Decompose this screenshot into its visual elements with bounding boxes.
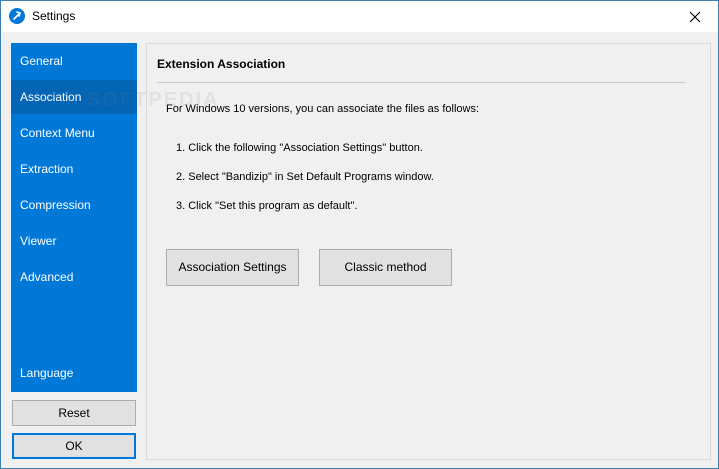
step-3-text: 3. Click "Set this program as default". [176, 200, 358, 212]
classic-method-button[interactable]: Classic method [319, 249, 452, 286]
association-panel: Extension Association For Windows 10 ver… [146, 43, 711, 460]
title-bar[interactable]: Settings [1, 1, 718, 32]
softpedia-watermark: SOFTPEDIA [87, 89, 220, 111]
section-title: Extension Association [157, 57, 286, 71]
association-settings-button[interactable]: Association Settings [166, 249, 299, 286]
close-button[interactable] [672, 1, 718, 32]
sidebar-item-language[interactable]: Language [11, 356, 137, 390]
close-icon [689, 11, 701, 22]
sidebar-item-compression[interactable]: Compression [11, 188, 137, 222]
reset-button[interactable]: Reset [12, 400, 136, 426]
settings-window: Settings General Association Context Men… [0, 0, 719, 469]
bandizip-app-icon [9, 8, 25, 24]
ok-button[interactable]: OK [12, 433, 136, 459]
step-2-text: 2. Select "Bandizip" in Set Default Prog… [176, 171, 434, 183]
window-title: Settings [32, 9, 76, 23]
sidebar-item-advanced[interactable]: Advanced [11, 260, 137, 294]
sidebar-item-extraction[interactable]: Extraction [11, 152, 137, 186]
sidebar-item-viewer[interactable]: Viewer [11, 224, 137, 258]
sidebar-item-context-menu[interactable]: Context Menu [11, 116, 137, 150]
step-1-text: 1. Click the following "Association Sett… [176, 142, 423, 154]
sidebar-item-general[interactable]: General [11, 44, 137, 78]
section-divider [157, 82, 685, 83]
